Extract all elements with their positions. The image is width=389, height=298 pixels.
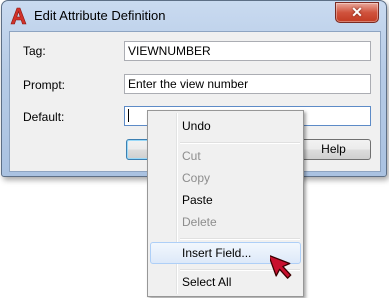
menu-item-cut[interactable]: Cut bbox=[150, 145, 301, 167]
red-arrow-cursor-icon bbox=[270, 254, 292, 279]
menu-item-label: Paste bbox=[182, 193, 213, 207]
title-bar[interactable]: Edit Attribute Definition ✕ bbox=[2, 1, 386, 31]
menu-item-label: Insert Field... bbox=[182, 246, 252, 260]
close-icon: ✕ bbox=[351, 4, 363, 20]
tag-label: Tag: bbox=[23, 44, 46, 58]
menu-item-copy[interactable]: Copy bbox=[150, 167, 301, 189]
menu-item-delete[interactable]: Delete bbox=[150, 211, 301, 233]
prompt-input[interactable]: Enter the view number bbox=[124, 74, 371, 94]
menu-separator bbox=[180, 238, 300, 240]
menu-item-undo[interactable]: Undo bbox=[150, 115, 301, 137]
menu-separator bbox=[180, 142, 300, 144]
dialog-title: Edit Attribute Definition bbox=[34, 8, 166, 23]
menu-item-label: Copy bbox=[182, 171, 211, 185]
default-label: Default: bbox=[23, 110, 65, 124]
menu-item-label: Delete bbox=[182, 215, 217, 229]
prompt-label: Prompt: bbox=[23, 78, 66, 92]
menu-item-label: Select All bbox=[182, 275, 232, 289]
help-button[interactable]: Help bbox=[296, 139, 371, 160]
close-button[interactable]: ✕ bbox=[335, 2, 379, 23]
autocad-a-icon bbox=[10, 7, 27, 25]
tag-input[interactable]: VIEWNUMBER bbox=[124, 41, 371, 61]
menu-item-label: Cut bbox=[182, 149, 201, 163]
text-caret bbox=[128, 109, 129, 122]
menu-item-label: Undo bbox=[182, 119, 211, 133]
menu-item-paste[interactable]: Paste bbox=[150, 189, 301, 211]
